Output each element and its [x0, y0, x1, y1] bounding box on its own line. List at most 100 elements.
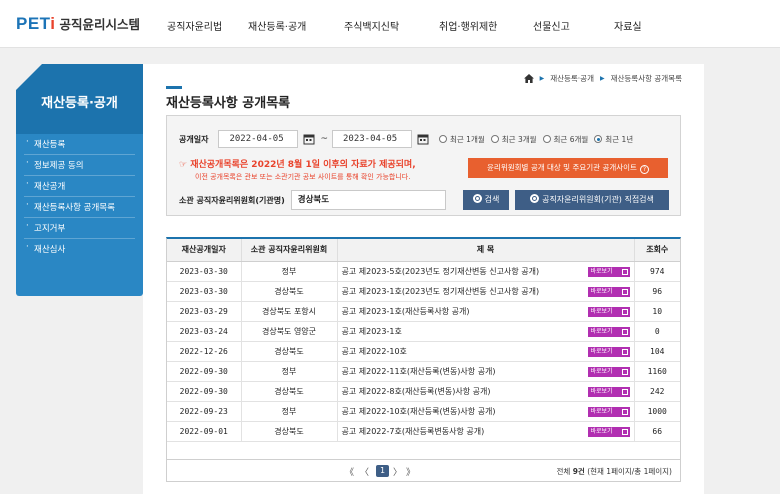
top-header: PETi 공직윤리시스템 공직자윤리법 재산등록·공개 주식백지신탁 취업·행위… [0, 0, 780, 48]
nav-employment-restriction[interactable]: 취업·행위제한 [439, 18, 497, 33]
table-row[interactable]: 2022-09-01 경상북도 공고 제2022-7호(재산등록변동사항 공개)… [167, 421, 680, 442]
page-1-button[interactable]: 1 [376, 465, 389, 477]
cell-date: 2023-03-24 [167, 321, 242, 342]
nav-gift-report[interactable]: 선물신고 [533, 18, 570, 33]
sidebar-title: 재산등록·공개 [41, 96, 118, 111]
view-now-button[interactable]: 바로보기 [587, 406, 630, 417]
sidebar: 재산등록·공개 재산등록 정보제공 동의 재산공개 재산등록사항 공개목록 고지… [16, 64, 143, 296]
view-now-button[interactable]: 바로보기 [587, 306, 630, 317]
global-nav: 공직자윤리법 재산등록·공개 주식백지신탁 취업·행위제한 선물신고 자료실 [0, 18, 780, 34]
sidebar-menu: 재산등록 정보제공 동의 재산공개 재산등록사항 공개목록 고지거부 재산심사 [16, 134, 143, 259]
committee-input[interactable]: 경상북도 [290, 190, 446, 210]
radio-selected-icon[interactable] [594, 135, 603, 143]
cell-title[interactable]: 공고 제2022-10호 바로보기 [337, 341, 635, 362]
radio-icon[interactable] [542, 135, 551, 143]
external-window-icon [621, 428, 628, 435]
cell-committee: 경상북도 포항시 [241, 301, 338, 322]
column-header-title[interactable]: 제 목 [337, 239, 635, 262]
cell-title[interactable]: 공고 제2022-10호(재산등록(변동)사항 공개) 바로보기 [337, 401, 635, 422]
cell-views: 1160 [634, 361, 680, 382]
column-header-date[interactable]: 재산공개일자 [167, 239, 242, 262]
cell-date: 2023-03-29 [167, 301, 242, 322]
calendar-icon[interactable] [417, 133, 429, 145]
table-row[interactable]: 2023-03-30 정부 공고 제2023-5호(2023년도 정기재산변동 … [167, 261, 680, 282]
cell-committee: 경상북도 [241, 281, 338, 302]
external-window-icon [621, 328, 628, 335]
external-window-icon [621, 268, 628, 275]
cell-title[interactable]: 공고 제2023-1호(2023년도 정기재산변동 신고사항 공개) 바로보기 [337, 281, 635, 302]
radio-6-months[interactable]: 최근 6개월 [542, 134, 588, 145]
pagination: 《 〈 1 〉 》 전체 9건 (현재 1페이지/총 1페이지) [167, 459, 680, 481]
sidebar-item-refusal[interactable]: 고지거부 [24, 218, 135, 239]
view-now-button[interactable]: 바로보기 [587, 366, 630, 377]
view-now-button[interactable]: 바로보기 [587, 386, 630, 397]
search-button[interactable]: 검색 [463, 190, 509, 210]
date-range-separator: ~ [320, 134, 328, 144]
column-header-views[interactable]: 조회수 [634, 239, 680, 262]
sidebar-item-registration[interactable]: 재산등록 [24, 134, 135, 155]
cell-title[interactable]: 공고 제2022-8호(재산등록(변동)사항 공개) 바로보기 [337, 381, 635, 402]
cell-title[interactable]: 공고 제2022-7호(재산등록변동사항 공개) 바로보기 [337, 421, 635, 442]
cell-title[interactable]: 공고 제2023-1호 바로보기 [337, 321, 635, 342]
table-row[interactable]: 2023-03-24 경상북도 영양군 공고 제2023-1호 바로보기 0 [167, 321, 680, 342]
cell-views: 104 [634, 341, 680, 362]
search-icon [472, 194, 482, 203]
breadcrumb: ▶ 재산등록·공개 ▶ 재산등록사항 공개목록 [523, 73, 682, 84]
table-row[interactable]: 2022-09-30 정부 공고 제2022-11호(재산등록(변동)사항 공개… [167, 361, 680, 382]
sidebar-item-disclosure-list[interactable]: 재산등록사항 공개목록 [24, 197, 135, 218]
nav-resources[interactable]: 자료실 [614, 18, 642, 33]
radio-3-months[interactable]: 최근 3개월 [490, 134, 537, 145]
sidebar-item-disclosure[interactable]: 재산공개 [24, 176, 135, 197]
view-now-button[interactable]: 바로보기 [587, 346, 630, 357]
direct-search-button[interactable]: 공직자윤리위원회(기관) 직접검색 [515, 190, 669, 210]
table-row[interactable]: 2023-03-29 경상북도 포항시 공고 제2023-1호(재산등록사항 공… [167, 301, 680, 322]
cell-date: 2022-09-30 [167, 381, 242, 402]
column-header-committee[interactable]: 소관 공직자윤리위원회 [241, 239, 338, 262]
radio-icon[interactable] [490, 135, 499, 143]
nav-blind-trust[interactable]: 주식백지신탁 [344, 18, 399, 33]
external-window-icon [621, 388, 628, 395]
table-row[interactable]: 2022-12-26 경상북도 공고 제2022-10호 바로보기 104 [167, 341, 680, 362]
title-accent-bar [166, 86, 182, 89]
table-row[interactable]: 2022-09-23 정부 공고 제2022-10호(재산등록(변동)사항 공개… [167, 401, 680, 422]
cell-title[interactable]: 공고 제2023-5호(2023년도 정기재산변동 신고사항 공개) 바로보기 [337, 261, 635, 282]
prev-page-icon[interactable]: 〈 [360, 465, 369, 478]
sidebar-item-review[interactable]: 재산심사 [24, 239, 135, 259]
cell-committee: 경상북도 [241, 341, 338, 362]
main-content: ▶ 재산등록·공개 ▶ 재산등록사항 공개목록 재산등록사항 공개목록 공개일자… [143, 64, 704, 494]
breadcrumb-item[interactable]: 재산등록사항 공개목록 [611, 73, 682, 84]
home-icon[interactable] [523, 74, 534, 83]
results-table: 재산공개일자 소관 공직자윤리위원회 제 목 조회수 2023-03-30 정부… [166, 237, 681, 482]
last-page-icon[interactable]: 》 [406, 465, 415, 478]
date-from-input[interactable]: 2022-04-05 [218, 130, 299, 148]
radio-1-year[interactable]: 최근 1년 [594, 134, 633, 145]
cell-views: 0 [634, 321, 680, 342]
view-now-button[interactable]: 바로보기 [587, 266, 630, 277]
breadcrumb-item[interactable]: 재산등록·공개 [550, 73, 594, 84]
external-window-icon [621, 288, 628, 295]
notice-main: ☞ 재산공개목록은 2022년 8월 1일 이후의 자료가 제공되며, [179, 160, 416, 170]
notice-sub: 이전 공개목록은 관보 또는 소관기관 공보 사이트를 통해 확인 가능합니다. [195, 173, 411, 181]
view-now-button[interactable]: 바로보기 [587, 426, 630, 437]
external-window-icon [621, 368, 628, 375]
cell-title[interactable]: 공고 제2022-11호(재산등록(변동)사항 공개) 바로보기 [337, 361, 635, 382]
radio-1-month[interactable]: 최근 1개월 [439, 134, 485, 145]
committee-row: 소관 공직자윤리위원회(기관명) 경상북도 [179, 190, 446, 210]
next-page-icon[interactable]: 〉 [393, 465, 402, 478]
radio-icon[interactable] [439, 135, 447, 143]
committee-sites-button[interactable]: 윤리위원회별 공개 대상 및 주요기관 공개사이트? [468, 158, 668, 178]
calendar-icon[interactable] [303, 133, 315, 145]
view-now-button[interactable]: 바로보기 [587, 326, 630, 337]
first-page-icon[interactable]: 《 [345, 465, 354, 478]
sidebar-item-consent[interactable]: 정보제공 동의 [24, 155, 135, 176]
cell-title[interactable]: 공고 제2023-1호(재산등록사항 공개) 바로보기 [337, 301, 635, 322]
breadcrumb-separator-icon: ▶ [539, 75, 545, 82]
table-row[interactable]: 2022-09-30 경상북도 공고 제2022-8호(재산등록(변동)사항 공… [167, 381, 680, 402]
cell-views: 1000 [634, 401, 680, 422]
date-to-input[interactable]: 2023-04-05 [332, 130, 412, 148]
cell-views: 10 [634, 301, 680, 322]
nav-property-registration[interactable]: 재산등록·공개 [248, 18, 306, 33]
table-row[interactable]: 2023-03-30 경상북도 공고 제2023-1호(2023년도 정기재산변… [167, 281, 680, 302]
view-now-button[interactable]: 바로보기 [587, 286, 630, 297]
nav-ethics-law[interactable]: 공직자윤리법 [167, 18, 222, 33]
